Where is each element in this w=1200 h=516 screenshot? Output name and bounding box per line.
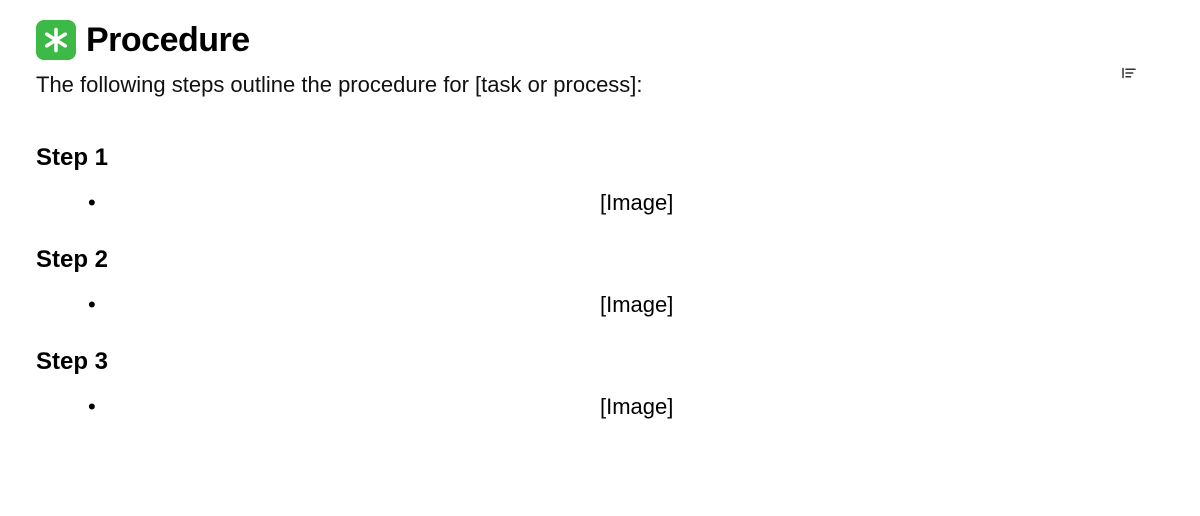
step-image-placeholder[interactable]: [Image] xyxy=(600,292,1164,318)
outline-toggle-button[interactable] xyxy=(1118,62,1140,84)
step-block: Step 1 • [Image] xyxy=(36,144,1164,216)
header-row: Procedure xyxy=(36,20,1164,60)
step-left-cell[interactable]: • xyxy=(36,396,600,418)
asterisk-icon xyxy=(36,20,76,60)
step-image-placeholder[interactable]: [Image] xyxy=(600,394,1164,420)
step-title[interactable]: Step 2 xyxy=(36,246,1164,274)
intro-text[interactable]: The following steps outline the procedur… xyxy=(36,72,1164,98)
step-block: Step 3 • [Image] xyxy=(36,348,1164,420)
step-title[interactable]: Step 1 xyxy=(36,144,1164,172)
page-title[interactable]: Procedure xyxy=(86,21,250,60)
step-row: • [Image] xyxy=(36,394,1164,420)
step-left-cell[interactable]: • xyxy=(36,294,600,316)
step-row: • [Image] xyxy=(36,190,1164,216)
step-title[interactable]: Step 3 xyxy=(36,348,1164,376)
step-image-placeholder[interactable]: [Image] xyxy=(600,190,1164,216)
step-left-cell[interactable]: • xyxy=(36,192,600,214)
bullet-icon: • xyxy=(88,294,96,316)
bullet-icon: • xyxy=(88,192,96,214)
step-row: • [Image] xyxy=(36,292,1164,318)
bullet-icon: • xyxy=(88,396,96,418)
step-block: Step 2 • [Image] xyxy=(36,246,1164,318)
